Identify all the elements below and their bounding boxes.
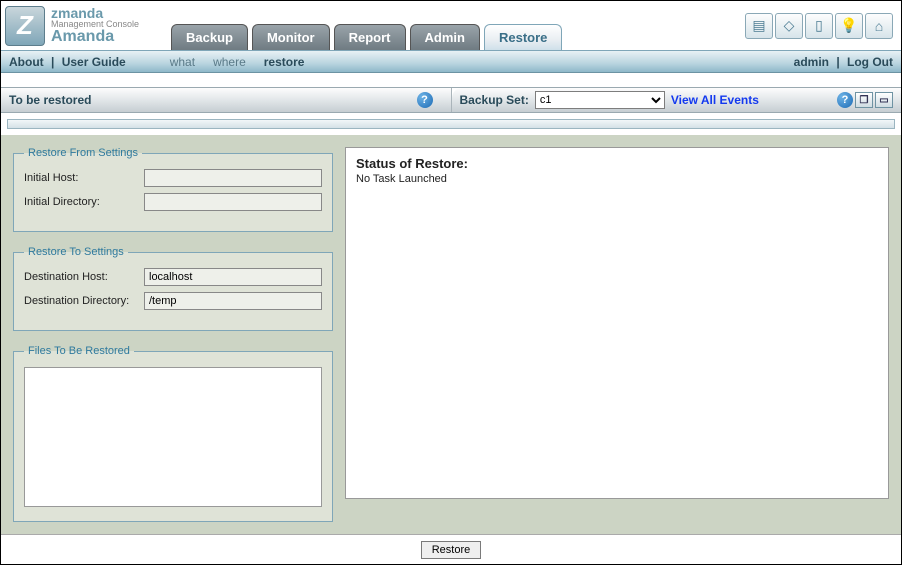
tab-report[interactable]: Report xyxy=(334,24,406,50)
window-icon-2[interactable]: ▭ xyxy=(875,92,893,108)
tab-restore[interactable]: Restore xyxy=(484,24,562,50)
initial-host-label: Initial Host: xyxy=(24,172,144,184)
dest-host-input[interactable] xyxy=(144,268,322,286)
dest-dir-input[interactable] xyxy=(144,292,322,310)
dest-dir-label: Destination Directory: xyxy=(24,295,144,307)
main-tabs: Backup Monitor Report Admin Restore xyxy=(171,1,745,50)
top-icon-3[interactable]: ▯ xyxy=(805,13,833,39)
top-icon-1[interactable]: ▤ xyxy=(745,13,773,39)
logo-block: Z zmanda Management Console Amanda xyxy=(1,1,171,50)
subnav-where[interactable]: where xyxy=(213,55,246,69)
initial-dir-label: Initial Directory: xyxy=(24,196,144,208)
help-icon-left[interactable]: ? xyxy=(417,92,433,108)
restore-button[interactable]: Restore xyxy=(421,541,482,559)
status-title: Status of Restore: xyxy=(356,156,878,171)
about-link[interactable]: About xyxy=(9,55,44,69)
restore-to-legend: Restore To Settings xyxy=(24,246,128,258)
status-panel: Status of Restore: No Task Launched xyxy=(345,147,889,499)
logo-z-icon: Z xyxy=(5,6,45,46)
files-listbox[interactable] xyxy=(24,367,322,507)
tab-admin[interactable]: Admin xyxy=(410,24,480,50)
admin-link[interactable]: admin xyxy=(794,55,829,69)
top-icon-4[interactable]: 💡 xyxy=(835,13,863,39)
logout-link[interactable]: Log Out xyxy=(847,55,893,69)
restore-from-fieldset: Restore From Settings Initial Host: Init… xyxy=(13,147,333,232)
toolbar-left: To be restored ? xyxy=(1,88,452,112)
toolbar-right: Backup Set: c1 View All Events ? ❐ ▭ xyxy=(452,88,902,112)
logo-line3: Amanda xyxy=(51,29,139,45)
tab-backup[interactable]: Backup xyxy=(171,24,248,50)
top-icon-bar: ▤ ◇ ▯ 💡 ⌂ xyxy=(745,1,901,50)
backup-set-select[interactable]: c1 xyxy=(535,91,665,109)
files-legend: Files To Be Restored xyxy=(24,345,134,357)
window-icon-1[interactable]: ❐ xyxy=(855,92,873,108)
top-icon-2[interactable]: ◇ xyxy=(775,13,803,39)
subnav-what[interactable]: what xyxy=(170,55,195,69)
userguide-link[interactable]: User Guide xyxy=(62,55,126,69)
backup-set-label: Backup Set: xyxy=(460,93,529,107)
home-icon[interactable]: ⌂ xyxy=(865,13,893,39)
toolbar-title: To be restored xyxy=(9,93,91,107)
logo-text: zmanda Management Console Amanda xyxy=(51,6,139,45)
files-fieldset: Files To Be Restored xyxy=(13,345,333,522)
restore-to-fieldset: Restore To Settings Destination Host: De… xyxy=(13,246,333,331)
view-all-events-link[interactable]: View All Events xyxy=(671,93,759,107)
dest-host-label: Destination Host: xyxy=(24,271,144,283)
tab-monitor[interactable]: Monitor xyxy=(252,24,330,50)
initial-dir-input[interactable] xyxy=(144,193,322,211)
logo-line1: zmanda xyxy=(51,6,139,20)
status-message: No Task Launched xyxy=(356,173,878,185)
help-icon-right[interactable]: ? xyxy=(837,92,853,108)
restore-from-legend: Restore From Settings xyxy=(24,147,142,159)
subnav-restore[interactable]: restore xyxy=(264,55,305,69)
initial-host-input[interactable] xyxy=(144,169,322,187)
progress-strip xyxy=(7,119,895,129)
